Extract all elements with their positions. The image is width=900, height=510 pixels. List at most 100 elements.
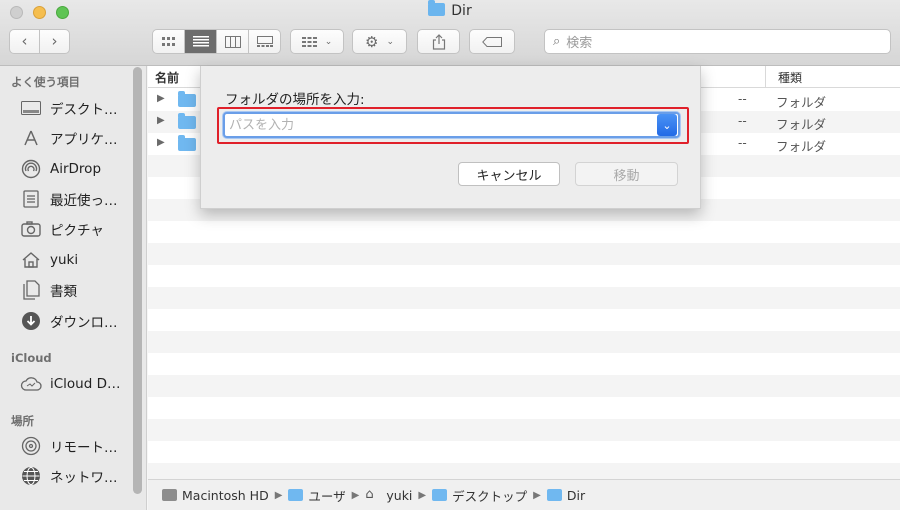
path-input[interactable]: [225, 114, 657, 136]
window-title: Dir: [0, 0, 900, 19]
empty-row: [148, 375, 900, 397]
list-view-button[interactable]: [185, 30, 217, 53]
crumb-label: ユーザ: [308, 488, 346, 504]
path-crumb-desktop[interactable]: デスクトップ: [432, 486, 527, 505]
chevron-right-icon: ▶: [533, 489, 541, 501]
path-crumb-users[interactable]: ユーザ: [288, 486, 346, 505]
go-to-folder-label: フォルダの場所を入力:: [225, 92, 365, 108]
empty-row: [148, 265, 900, 287]
sidebar-item-applications[interactable]: アプリケ…: [20, 125, 138, 151]
path-crumb-dir[interactable]: Dir: [546, 487, 586, 503]
sidebar-item-downloads[interactable]: ダウンロ…: [20, 308, 138, 334]
network-icon: [20, 466, 42, 486]
crumb-label: Macintosh HD: [182, 487, 269, 503]
sidebar-item-pictures[interactable]: ピクチャ: [20, 216, 138, 242]
sidebar-item-label: iCloud D…: [50, 376, 121, 392]
back-button[interactable]: ‹: [10, 30, 39, 53]
hard-drive-icon: [162, 489, 177, 501]
chevron-right-icon: ▶: [274, 489, 283, 501]
empty-row: [148, 331, 900, 353]
sidebar-item-label: アプリケ…: [50, 132, 118, 148]
empty-row: [148, 441, 900, 463]
row-kind: フォルダ: [776, 117, 827, 132]
sidebar-item-network[interactable]: ネットワ…: [20, 463, 138, 489]
sidebar-item-label: 書類: [50, 284, 77, 300]
empty-row: [148, 397, 900, 419]
sidebar-item-label: デスクト…: [50, 102, 118, 118]
gallery-view-button[interactable]: [249, 30, 280, 53]
titlebar: Dir ‹ › ⌄ ⚙ ⌄ ⌕ 検索: [0, 0, 900, 66]
remote-disc-icon: [20, 436, 42, 456]
path-bar: Macintosh HD ▶ ユーザ ▶ ⌂ yuki ▶ デスクトップ ▶ D…: [148, 479, 900, 510]
icon-view-button[interactable]: [153, 30, 185, 53]
column-header-kind[interactable]: 種類: [778, 69, 802, 86]
folder-icon: [178, 135, 196, 151]
share-button[interactable]: [417, 29, 460, 54]
back-forward-group: ‹ ›: [9, 29, 70, 54]
sidebar-item-label: yuki: [50, 252, 79, 268]
sidebar: よく使う項目 デスクト… アプリケ… AirDrop 最近使っ… ピクチャ yu…: [0, 66, 147, 510]
gear-icon: ⚙: [365, 32, 379, 51]
sidebar-item-home[interactable]: yuki: [20, 247, 138, 273]
folder-icon: [546, 489, 562, 501]
sidebar-item-recents[interactable]: 最近使っ…: [20, 186, 138, 212]
sidebar-item-icloud-drive[interactable]: iCloud D…: [20, 371, 138, 397]
list-icon: [192, 36, 209, 47]
row-size: --: [738, 136, 747, 150]
sidebar-item-desktop[interactable]: デスクト…: [20, 95, 138, 121]
sidebar-section-locations-header: 場所: [11, 414, 34, 428]
gallery-icon: [256, 35, 273, 47]
chevron-right-icon: ▶: [418, 489, 427, 501]
path-history-dropdown-button[interactable]: ⌄: [657, 114, 677, 136]
action-menu-button[interactable]: ⚙ ⌄: [352, 29, 407, 54]
path-crumb-home[interactable]: ⌂ yuki: [365, 488, 412, 503]
sidebar-item-documents[interactable]: 書類: [20, 277, 138, 303]
search-placeholder: 検索: [566, 36, 593, 51]
airdrop-icon: [20, 159, 42, 179]
sidebar-item-airdrop[interactable]: AirDrop: [20, 156, 138, 182]
cancel-button[interactable]: キャンセル: [458, 162, 560, 186]
path-crumb-macintosh-hd[interactable]: Macintosh HD: [162, 488, 269, 503]
empty-row: [148, 419, 900, 441]
tag-icon: [482, 36, 502, 47]
empty-row: [148, 243, 900, 265]
view-mode-group: [152, 29, 281, 54]
search-field[interactable]: ⌕ 検索: [544, 29, 891, 54]
sidebar-item-label: ピクチャ: [50, 223, 104, 239]
disclosure-triangle-icon[interactable]: ▶: [157, 93, 165, 104]
empty-row: [148, 353, 900, 375]
column-view-button[interactable]: [217, 30, 249, 53]
sidebar-item-label: ダウンロ…: [50, 315, 118, 331]
disclosure-triangle-icon[interactable]: ▶: [157, 115, 165, 126]
column-divider[interactable]: [765, 66, 766, 88]
column-header-name[interactable]: 名前: [155, 69, 179, 86]
chevron-down-icon: ⌄: [662, 118, 672, 132]
folder-icon: [178, 113, 196, 129]
sidebar-section-icloud-header: iCloud: [11, 351, 52, 365]
row-kind: フォルダ: [776, 95, 827, 110]
forward-button[interactable]: ›: [40, 30, 69, 53]
disclosure-triangle-icon[interactable]: ▶: [157, 137, 165, 148]
recents-icon: [20, 189, 42, 209]
sidebar-item-label: ネットワ…: [50, 470, 118, 486]
sidebar-scrollbar[interactable]: [133, 67, 142, 494]
empty-row: [148, 309, 900, 331]
tags-button[interactable]: [469, 29, 515, 54]
crumb-label: Dir: [566, 487, 586, 503]
home-icon: ⌂: [365, 487, 374, 502]
empty-row: [148, 287, 900, 309]
sidebar-item-remote-disc[interactable]: リモート…: [20, 433, 138, 459]
window-title-text: Dir: [451, 3, 472, 19]
grid-icon: [161, 36, 175, 46]
users-folder-icon: [288, 489, 304, 501]
row-size: --: [738, 114, 747, 128]
camera-icon: [20, 219, 42, 239]
go-button[interactable]: 移動: [575, 162, 678, 186]
sidebar-item-label: 最近使っ…: [50, 193, 118, 209]
path-combo-box[interactable]: ⌄: [223, 112, 680, 138]
documents-icon: [20, 280, 42, 300]
arrange-menu-button[interactable]: ⌄: [290, 29, 344, 54]
sidebar-item-label: リモート…: [50, 440, 118, 456]
finder-window: Dir ‹ › ⌄ ⚙ ⌄ ⌕ 検索 よく使う項目 デスクト… アプリケ… Ai…: [0, 0, 900, 510]
row-kind: フォルダ: [776, 139, 827, 154]
